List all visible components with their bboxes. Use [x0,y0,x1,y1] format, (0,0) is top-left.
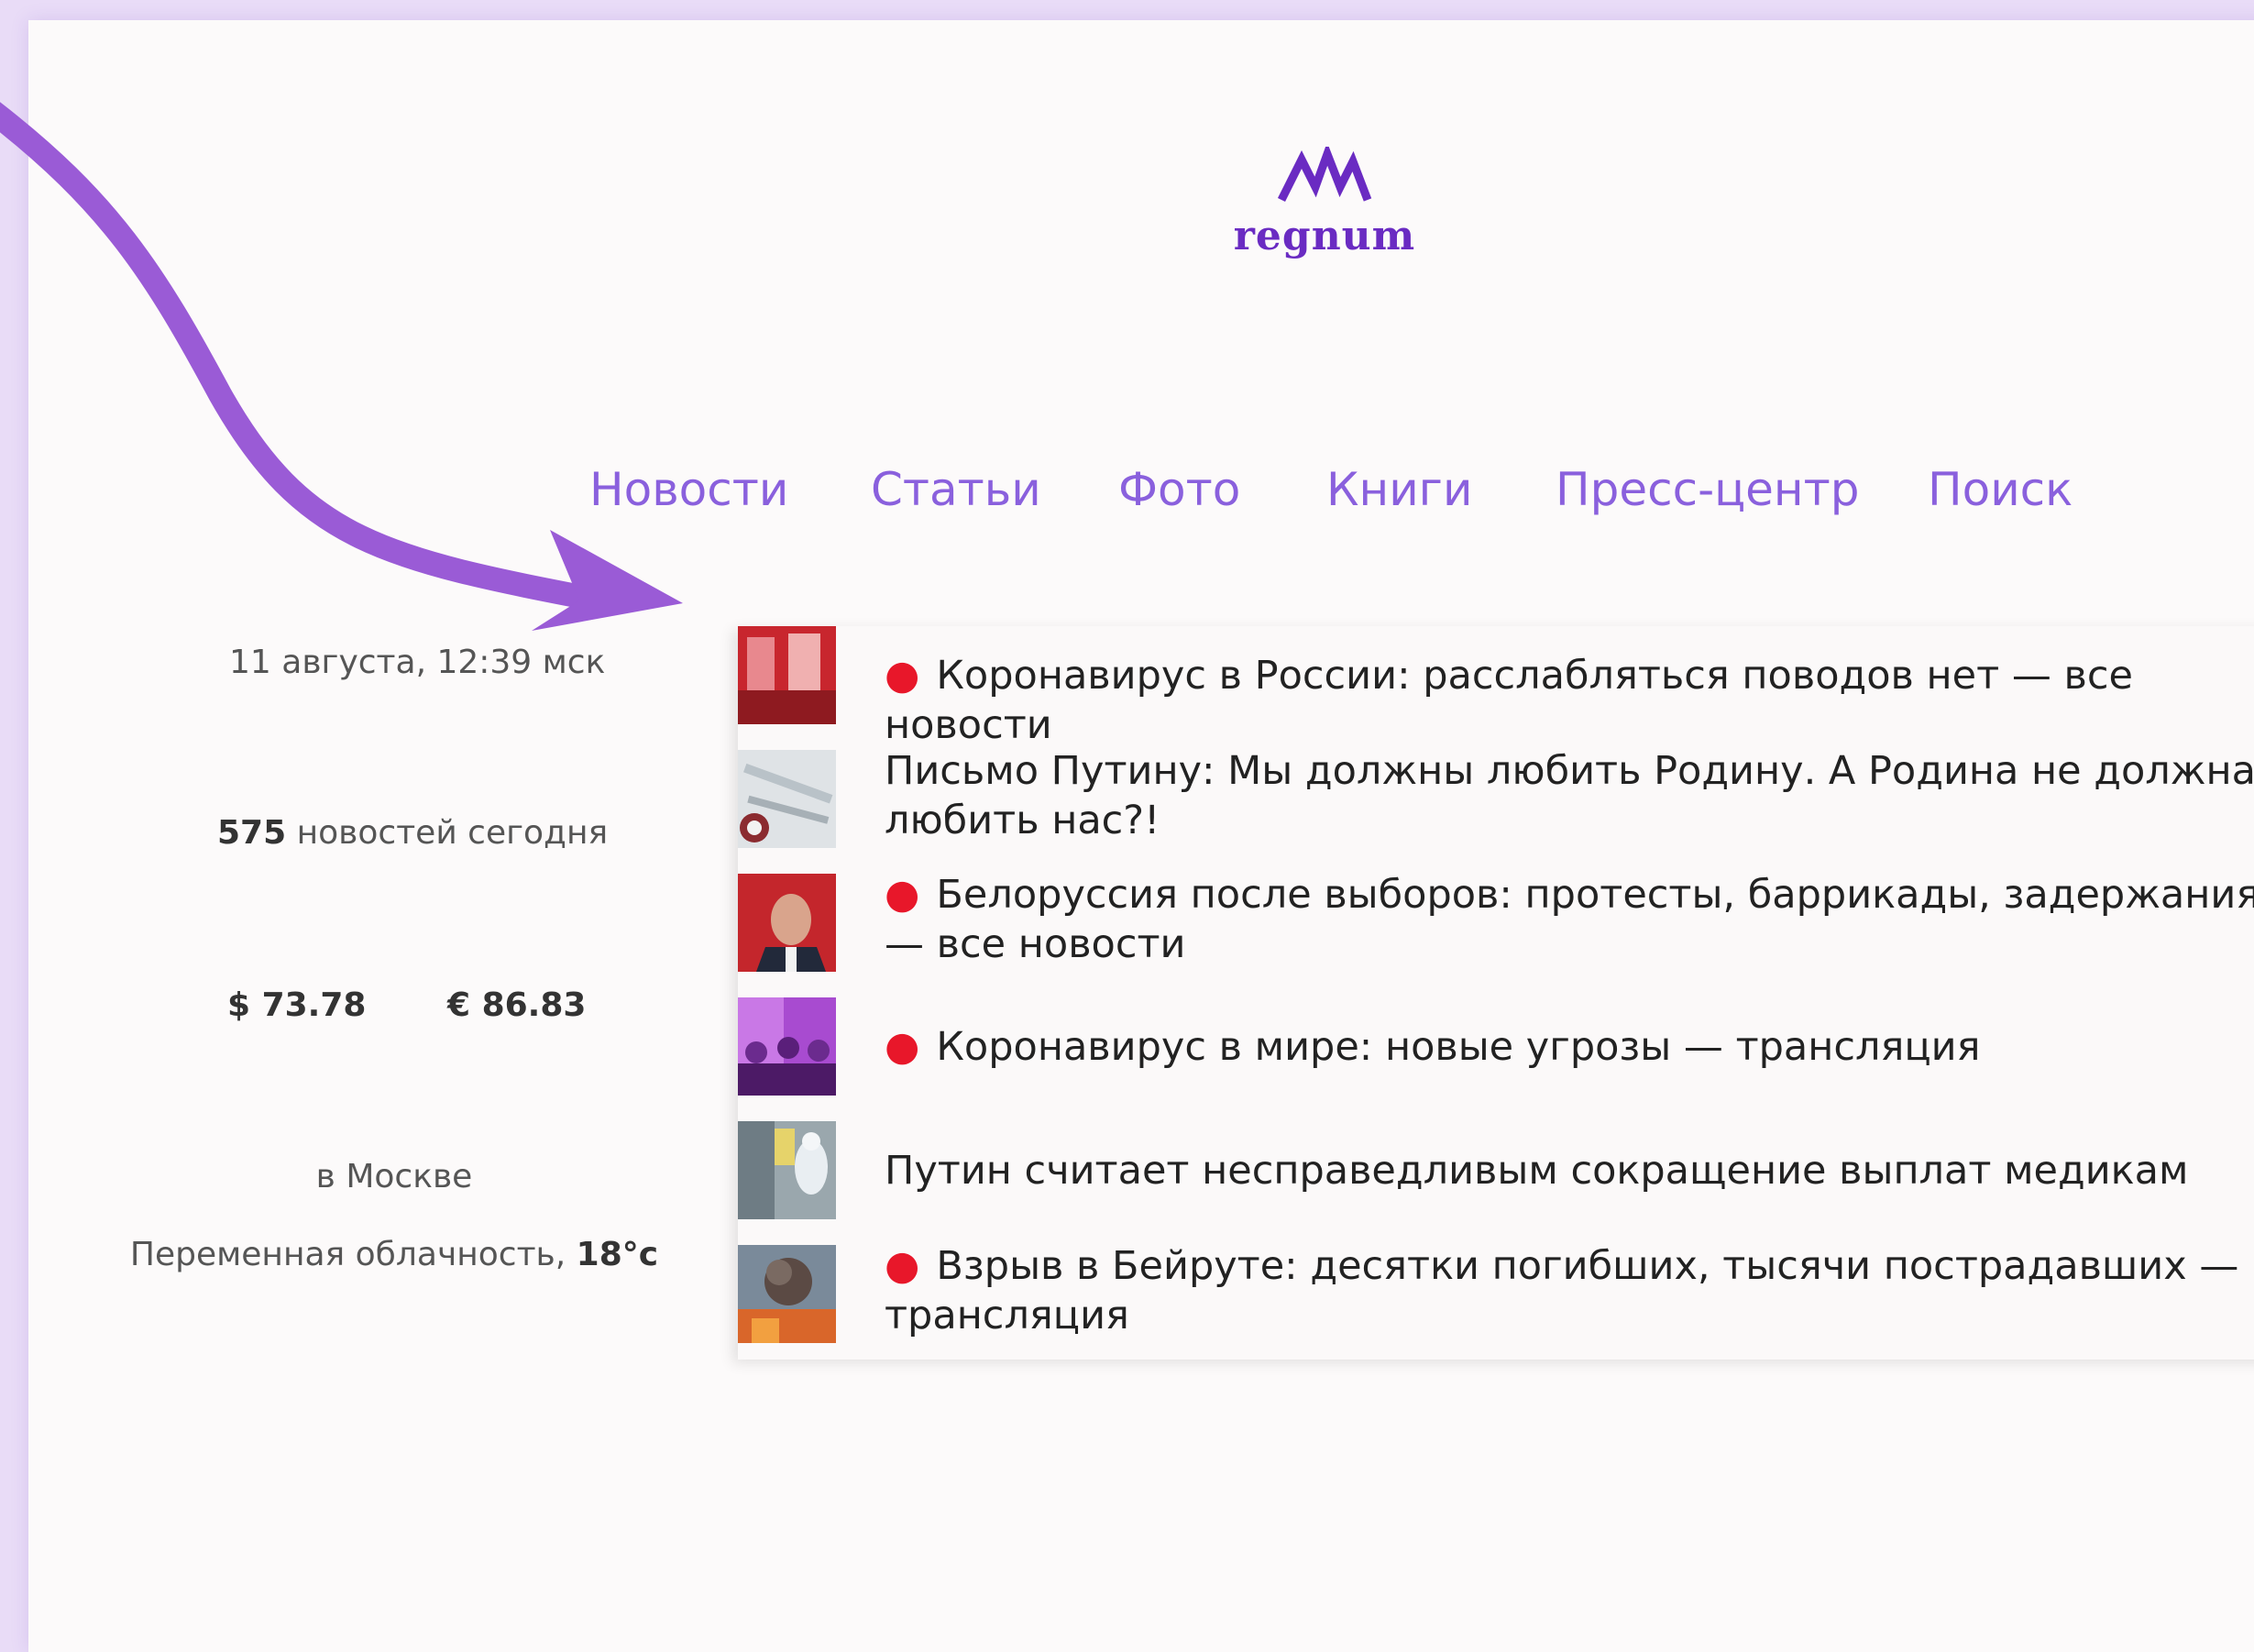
news-headline[interactable]: Письмо Путину: Мы должны любить Родину. … [885,748,2254,843]
logo-text: regnum [1233,213,1416,259]
news-headline[interactable]: Взрыв в Бейруте: десятки погибших, тысяч… [885,1243,2238,1338]
news-thumbnail[interactable] [738,1245,836,1343]
highlight-bullet-icon: ● [885,652,920,699]
news-headline[interactable]: Белоруссия после выборов: протесты, барр… [885,872,2254,967]
news-item[interactable]: ● Белоруссия после выборов: протесты, бар… [738,871,2254,975]
main-nav: Новости Статьи Фото Книги Пресс-центр По… [0,463,2254,527]
site-logo[interactable]: regnum [1219,147,1430,266]
nav-item-press-center[interactable]: Пресс-центр [1556,463,1859,516]
news-item[interactable]: Путин считает несправедливым сокращение … [738,1121,2254,1222]
nav-item-news[interactable]: Новости [589,463,788,516]
news-thumbnail[interactable] [738,997,836,1096]
nav-item-books[interactable]: Книги [1326,463,1472,516]
news-count-label: новостей сегодня [296,814,609,852]
weather-city: в Москве [315,1158,473,1195]
news-thumbnail[interactable] [738,1121,836,1219]
news-item[interactable]: Письмо Путину: Мы должны любить Родину. … [738,748,2254,851]
usd-rate: $ 73.78 [227,986,367,1024]
current-datetime: 11 августа, 12:39 мск [229,644,606,681]
news-item[interactable]: ● Коронавирус в России: расслабляться пов… [738,626,2254,748]
logo-mountain-icon [1277,147,1372,203]
news-thumbnail[interactable] [738,874,836,972]
weather-info: Переменная облачность, 18°c [0,1230,788,1280]
news-headline[interactable]: Коронавирус в России: расслабляться пово… [885,653,2133,748]
nav-item-photo[interactable]: Фото [1118,463,1240,516]
news-list: ● Коронавирус в России: расслабляться пов… [738,626,2254,1360]
highlight-bullet-icon: ● [885,1242,920,1289]
news-item[interactable]: ● Взрыв в Бейруте: десятки погибших, тыся… [738,1242,2254,1346]
news-item[interactable]: ● Коронавирус в мире: новые угрозы — тран… [738,997,2254,1098]
nav-item-articles[interactable]: Статьи [871,463,1041,516]
news-count-number: 575 [217,814,287,852]
news-thumbnail[interactable] [738,750,836,848]
news-thumbnail[interactable] [738,626,836,724]
weather-description: Переменная облачность, [129,1236,566,1273]
nav-item-search[interactable]: Поиск [1928,463,2073,516]
news-headline[interactable]: Коронавирус в мире: новые угрозы — транс… [936,1024,1980,1070]
highlight-bullet-icon: ● [885,1023,920,1070]
news-headline[interactable]: Путин считает несправедливым сокращение … [885,1148,2188,1194]
eur-rate: € 86.83 [447,986,587,1024]
weather-temperature: 18°c [576,1236,659,1273]
news-count: 575 новостей сегодня [217,814,608,852]
highlight-bullet-icon: ● [885,871,920,918]
